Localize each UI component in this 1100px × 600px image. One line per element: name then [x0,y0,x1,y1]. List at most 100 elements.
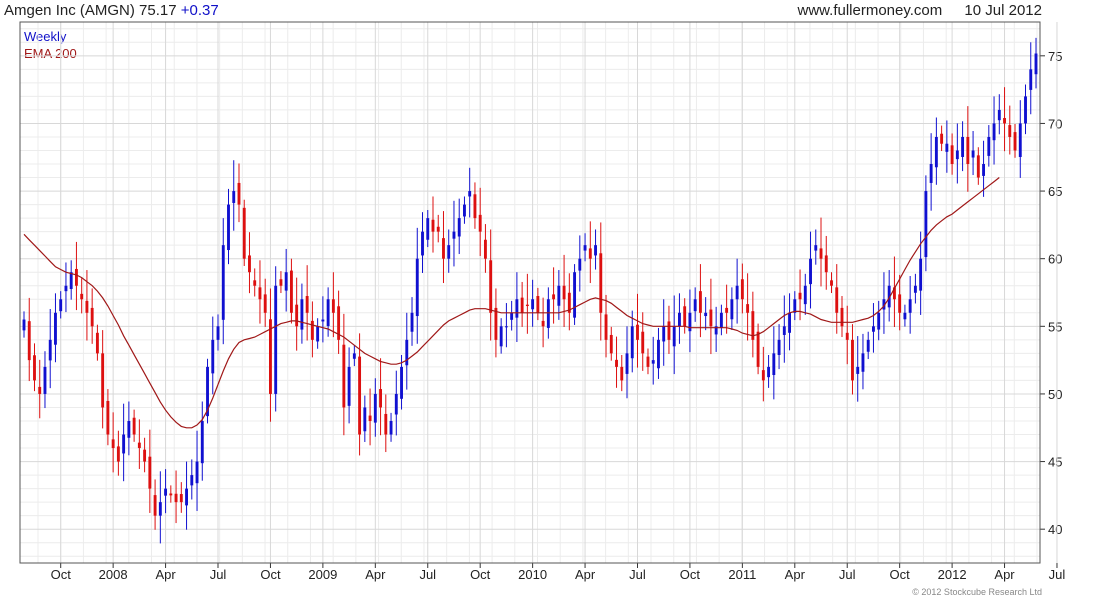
candle-body [64,285,68,292]
candle-body [48,339,52,361]
candle-body [216,326,220,340]
candle-body [657,339,660,369]
candle-body [263,294,267,313]
candle-body [515,299,519,318]
candle-body [798,292,802,300]
candle-body [756,331,760,367]
x-tick-label: Jul [839,567,856,582]
candle-body [777,339,781,355]
candle-body [746,304,750,313]
x-tick-label: Apr [155,567,176,582]
candle-body [698,291,702,313]
candle-body [772,353,776,376]
candle-body [90,307,94,327]
candle-body [683,306,687,327]
candle-body [573,272,577,318]
candle-body [478,214,482,232]
candle-body [913,285,917,293]
x-tick-label: Jul [210,567,227,582]
candle-body [992,123,996,141]
candle-body [174,493,178,503]
candle-body [363,407,367,432]
candle-body [688,312,692,332]
candle-body [594,245,597,256]
candle-body [95,332,99,354]
candle-body [22,319,26,331]
candle-body [499,326,503,347]
candle-body [1008,125,1012,137]
y-tick-label: 55 [1048,319,1062,334]
candle-body [814,245,818,251]
y-tick-label: 45 [1048,455,1062,470]
candle-body [358,356,362,435]
candle-body [431,219,435,232]
candle-body [289,270,293,313]
candle-body [389,420,393,435]
candle-body [861,353,865,372]
candle-body [457,218,461,237]
candle-body [468,191,472,197]
candle-body [866,339,870,352]
x-tick-label: Oct [470,567,491,582]
candle-body [625,353,629,374]
candle-body [662,326,666,342]
x-tick-label: Jul [419,567,436,582]
candle-body [971,150,975,158]
candle-body [667,321,671,340]
candle-body [1024,96,1027,124]
candle-body [934,136,938,168]
copyright-text: © 2012 Stockcube Research Ltd [912,587,1042,597]
candle-body [725,307,729,313]
candle-body [1013,132,1017,151]
candle-body [463,204,466,217]
candle-body [782,326,786,335]
candle-body [211,339,215,374]
candle-body [384,413,388,435]
candle-body [531,299,535,310]
candle-body [809,258,812,285]
candle-body [421,231,424,256]
candle-body [284,272,288,291]
candle-body [368,415,372,421]
candle-body [190,475,194,486]
candle-body [961,136,965,157]
candle-body [242,207,246,259]
candle-body [153,495,157,516]
candle-body [489,260,493,313]
plot-frame [19,21,1041,564]
x-tick-label: Oct [260,567,281,582]
candle-body [331,299,335,313]
candle-body [394,393,398,415]
candle-body [111,439,115,449]
candle-body [536,296,540,313]
candle-body [630,326,634,359]
candle-body [793,299,797,313]
x-tick-label: Apr [785,567,806,582]
candle-body [494,307,498,340]
candle-body [452,231,456,239]
candle-body [447,245,451,259]
candle-body [158,502,162,516]
candle-body [74,268,78,286]
candle-body [583,245,587,251]
candle-body [541,320,545,327]
candle-body [830,280,833,286]
candle-body [562,285,566,300]
candle-body [677,312,681,327]
candle-body [132,417,136,435]
candle-body [436,226,440,232]
candle-body [929,164,933,183]
candle-body [599,253,603,313]
candle-body [803,285,807,305]
candle-body [483,239,487,259]
candle-body [966,136,970,165]
candle-body [615,359,618,367]
candle-body [557,285,561,306]
candle-body [85,300,89,313]
candle-body [415,258,419,317]
candle-body [269,319,272,394]
x-tick-label: Oct [890,567,911,582]
candle-body [101,353,105,408]
candle-body [672,326,676,347]
candle-body [221,245,225,320]
